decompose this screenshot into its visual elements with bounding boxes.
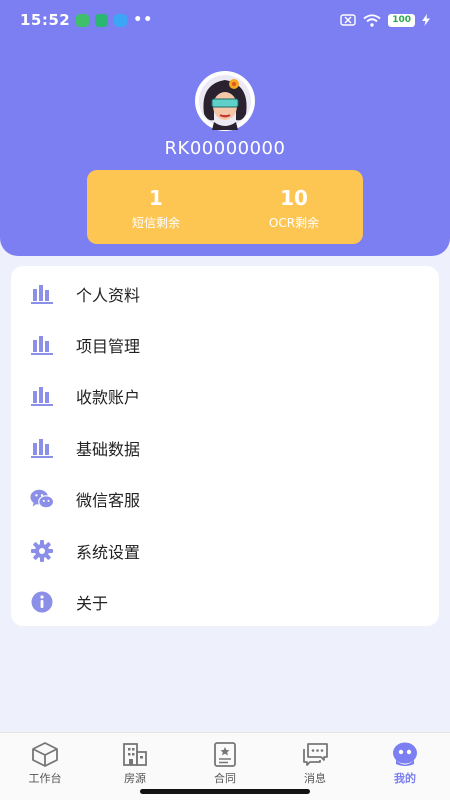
- stat-label: 短信剩余: [131, 216, 180, 230]
- sim-off-icon: [340, 14, 356, 26]
- stat-label: OCR剩余: [268, 216, 320, 230]
- avatar[interactable]: [186, 70, 264, 134]
- status-bar: 15:52 •• 100: [0, 0, 450, 40]
- shield-notification-icon: [95, 13, 109, 27]
- chat-notification-icon: [114, 13, 128, 27]
- home-indicator: [140, 789, 310, 794]
- menu-item-label: 项目管理: [76, 337, 141, 357]
- notification-icon: [76, 13, 90, 27]
- battery-icon: 100: [388, 13, 415, 27]
- wechat-icon: [30, 487, 54, 511]
- menu-item-label: 基础数据: [76, 439, 141, 459]
- cube-icon: [32, 742, 58, 767]
- bar-chart-icon: [30, 384, 54, 408]
- bar-chart-icon: [30, 436, 54, 460]
- tab-label: 工作台: [28, 772, 62, 785]
- charging-icon: [422, 14, 430, 26]
- wifi-icon: [363, 13, 381, 27]
- menu-item-about[interactable]: 关于: [11, 576, 439, 627]
- tab-label: 消息: [304, 772, 326, 785]
- menu-item-label: 关于: [76, 594, 109, 614]
- menu-item-label: 个人资料: [76, 285, 141, 305]
- profile-icon: [393, 742, 417, 766]
- menu-item-label: 系统设置: [76, 542, 141, 562]
- menu-item-profile[interactable]: 个人资料: [11, 268, 439, 319]
- sms-remaining-stat[interactable]: 1 短信剩余: [87, 170, 225, 244]
- info-icon: [30, 590, 54, 614]
- profile-header: 15:52 •• 100 RK00000000 1 短信剩余 10 OCR剩余: [0, 0, 450, 256]
- tab-label: 我的: [394, 772, 416, 785]
- ocr-remaining-stat[interactable]: 10 OCR剩余: [225, 170, 363, 244]
- menu-item-base-data[interactable]: 基础数据: [11, 422, 439, 473]
- tab-mine[interactable]: 我的: [360, 733, 450, 800]
- menu-item-wechat-support[interactable]: 微信客服: [11, 474, 439, 525]
- menu-card: 个人资料 项目管理 收款账户 基础数据 微信客服 系统设置 关于: [11, 266, 439, 626]
- tab-label: 合同: [214, 772, 236, 785]
- bar-chart-icon: [30, 333, 54, 357]
- tab-label: 房源: [124, 772, 146, 785]
- username: RK00000000: [164, 138, 286, 159]
- stats-card: 1 短信剩余 10 OCR剩余: [87, 170, 363, 244]
- tab-workbench[interactable]: 工作台: [0, 733, 90, 800]
- gear-icon: [30, 539, 54, 563]
- contract-icon: [214, 742, 236, 767]
- building-icon: [123, 743, 147, 766]
- menu-item-projects[interactable]: 项目管理: [11, 319, 439, 370]
- more-notifications-icon: ••: [133, 12, 154, 28]
- menu-item-system-settings[interactable]: 系统设置: [11, 525, 439, 576]
- status-time: 15:52: [20, 11, 71, 29]
- message-icon: [303, 743, 328, 766]
- bar-chart-icon: [30, 282, 54, 306]
- menu-item-payment-accounts[interactable]: 收款账户: [11, 371, 439, 422]
- stat-value: 10: [280, 186, 308, 210]
- menu-item-label: 微信客服: [76, 491, 141, 511]
- menu-item-label: 收款账户: [76, 388, 141, 408]
- stat-value: 1: [149, 186, 163, 210]
